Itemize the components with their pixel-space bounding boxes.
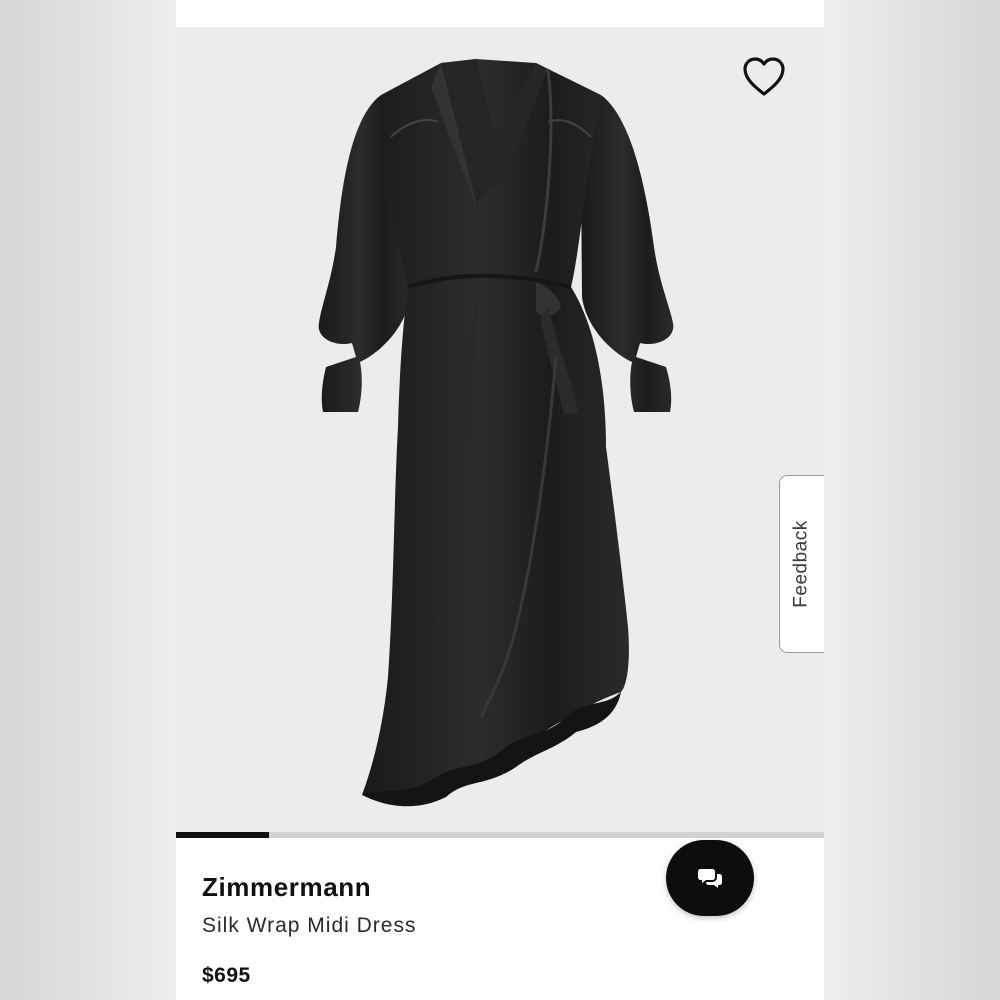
feedback-label: Feedback bbox=[791, 520, 813, 608]
gallery-progress-track bbox=[176, 832, 824, 838]
product-name: Silk Wrap Midi Dress bbox=[202, 914, 417, 937]
right-backdrop bbox=[824, 0, 1000, 1000]
favorite-button[interactable] bbox=[736, 49, 792, 105]
product-image-gallery[interactable]: Feedback bbox=[176, 27, 824, 832]
top-bar bbox=[176, 0, 824, 27]
feedback-tab[interactable]: Feedback bbox=[779, 475, 824, 653]
product-price: $695 bbox=[202, 964, 251, 987]
product-screen: Feedback Zimmermann Silk Wrap Midi Dress… bbox=[176, 0, 824, 1000]
left-backdrop bbox=[0, 0, 176, 1000]
heart-outline-icon bbox=[743, 57, 785, 96]
chat-button[interactable] bbox=[666, 840, 754, 916]
chat-bubbles-icon bbox=[698, 869, 722, 888]
product-image bbox=[318, 59, 674, 807]
product-brand: Zimmermann bbox=[202, 872, 372, 902]
gallery-progress-fill bbox=[176, 832, 269, 838]
